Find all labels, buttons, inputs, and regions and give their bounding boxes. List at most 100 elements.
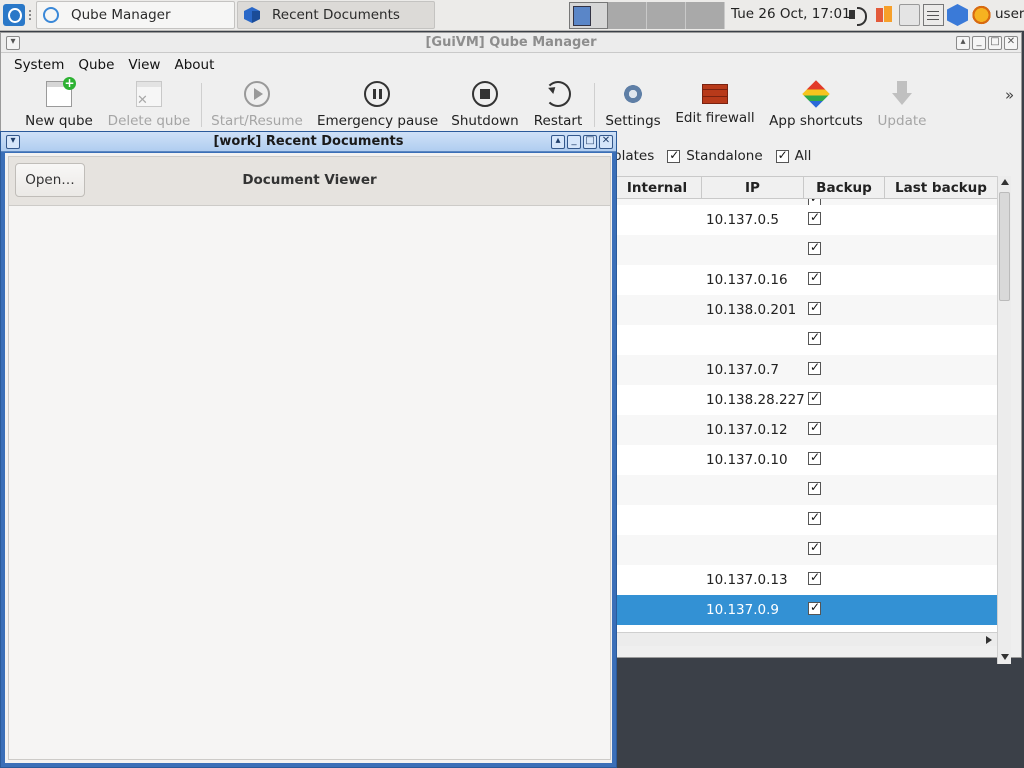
document-area[interactable]: Open… Document Viewer xyxy=(8,156,611,760)
backup-checkbox[interactable] xyxy=(808,480,821,495)
edit-firewall-label: Edit firewall xyxy=(675,110,755,126)
backup-checkbox[interactable] xyxy=(808,330,821,345)
cell-ip: 10.137.0.10 xyxy=(706,452,788,468)
clock[interactable]: Tue 26 Oct, 17:01 xyxy=(731,6,851,22)
filter-all-label[interactable]: All xyxy=(795,148,812,164)
start-resume-button[interactable]: Start/Resume xyxy=(211,77,303,133)
toolbar-separator xyxy=(594,83,595,127)
table-row[interactable]: 10.137.0.5 xyxy=(613,205,997,235)
menu-view[interactable]: View xyxy=(121,54,167,76)
backup-checkbox[interactable] xyxy=(808,420,821,435)
column-internal[interactable]: Internal xyxy=(613,177,702,199)
qube-domains-icon[interactable] xyxy=(947,4,968,26)
table-row[interactable]: 10.137.0.9 xyxy=(613,595,997,625)
filter-standalone-label[interactable]: Standalone xyxy=(686,148,762,164)
table-row[interactable] xyxy=(613,505,997,535)
workspace-4[interactable] xyxy=(686,2,725,29)
column-last-backup[interactable]: Last backup xyxy=(885,177,997,199)
backup-checkbox[interactable] xyxy=(808,390,821,405)
backup-checkbox[interactable] xyxy=(808,450,821,465)
mini-window xyxy=(573,6,591,26)
backup-checkbox[interactable] xyxy=(808,600,821,615)
backup-checkbox[interactable] xyxy=(808,240,821,255)
task-qube-manager[interactable]: Qube Manager xyxy=(36,1,235,29)
clipboard-icon[interactable] xyxy=(923,4,944,26)
user-name[interactable]: user xyxy=(995,6,1024,22)
table-row[interactable] xyxy=(613,325,997,355)
update-button[interactable]: Update xyxy=(875,77,929,133)
shade-icon[interactable]: ▴ xyxy=(551,135,565,149)
backup-checkbox[interactable] xyxy=(808,570,821,585)
menu-about[interactable]: About xyxy=(167,54,221,76)
all-checkbox[interactable] xyxy=(775,148,789,163)
table-row[interactable]: 10.137.0.10 xyxy=(613,445,997,475)
toolbar-overflow-icon[interactable]: » xyxy=(1005,86,1014,104)
column-ip[interactable]: IP xyxy=(702,177,804,199)
cell-backup xyxy=(804,330,885,349)
filter-templates-label[interactable]: plates xyxy=(613,148,654,164)
workspace-2[interactable] xyxy=(608,2,647,29)
shade-icon[interactable]: ▴ xyxy=(956,36,970,50)
edit-firewall-button[interactable]: Edit firewall xyxy=(675,77,755,133)
table-row[interactable]: 10.137.0.7 xyxy=(613,355,997,385)
table-row[interactable]: 10.137.0.13 xyxy=(613,565,997,595)
menu-system[interactable]: System xyxy=(1,54,71,76)
table-row[interactable] xyxy=(613,235,997,265)
speaker-muted-icon[interactable] xyxy=(847,4,868,26)
scroll-up-icon[interactable] xyxy=(1001,179,1009,185)
restart-icon xyxy=(545,81,571,107)
drive-icon[interactable] xyxy=(899,4,920,26)
disk-usage-icon[interactable] xyxy=(874,4,895,26)
close-icon[interactable]: ✕ xyxy=(599,135,613,149)
delete-qube-button[interactable]: ✕ Delete qube xyxy=(107,77,191,133)
qubes-menu-icon[interactable] xyxy=(3,4,25,26)
backup-checkbox[interactable] xyxy=(808,510,821,525)
cube-icon xyxy=(244,7,260,23)
table-row[interactable]: 10.138.28.227 xyxy=(613,385,997,415)
scroll-thumb[interactable] xyxy=(999,192,1010,301)
table-row[interactable]: 10.137.0.16 xyxy=(613,265,997,295)
task-recent-documents[interactable]: Recent Documents xyxy=(237,1,435,29)
filter-row: plates Standalone All xyxy=(613,146,824,166)
minimize-icon[interactable]: _ xyxy=(567,135,581,149)
workspace-3[interactable] xyxy=(647,2,686,29)
task-label: Qube Manager xyxy=(71,7,171,23)
shutdown-button[interactable]: Shutdown xyxy=(451,77,519,133)
standalone-checkbox[interactable] xyxy=(667,148,681,163)
app-shortcuts-button[interactable]: App shortcuts xyxy=(769,77,863,133)
emergency-pause-label: Emergency pause xyxy=(317,113,439,129)
horizontal-scrollbar[interactable] xyxy=(613,632,997,646)
delete-qube-icon: ✕ xyxy=(136,81,162,108)
emergency-pause-button[interactable]: Emergency pause xyxy=(317,77,439,133)
new-qube-button[interactable]: + New qube xyxy=(23,77,95,133)
settings-button[interactable]: Settings xyxy=(603,77,663,133)
restart-button[interactable]: Restart xyxy=(531,77,585,133)
backup-checkbox[interactable] xyxy=(808,300,821,315)
table-body: 10.137.0.5 10.137.0.16 10.138.0.201 10.137.… xyxy=(613,199,997,625)
backup-checkbox[interactable] xyxy=(808,270,821,285)
scroll-down-icon[interactable] xyxy=(1001,654,1009,660)
backup-checkbox[interactable] xyxy=(808,360,821,375)
qube-table: Internal IP Backup Last backup 10.137.0.… xyxy=(613,176,997,632)
backup-checkbox[interactable] xyxy=(808,540,821,555)
column-backup[interactable]: Backup xyxy=(804,177,885,199)
scroll-right-icon[interactable] xyxy=(986,636,992,644)
cell-backup xyxy=(804,300,885,319)
close-icon[interactable]: ✕ xyxy=(1004,36,1018,50)
updates-sun-icon[interactable] xyxy=(971,4,992,26)
taskbar-grip xyxy=(29,10,33,20)
maximize-icon[interactable]: □ xyxy=(988,36,1002,50)
vertical-scrollbar[interactable] xyxy=(997,176,1011,664)
minimize-icon[interactable]: _ xyxy=(972,36,986,50)
table-row[interactable]: 10.138.0.201 xyxy=(613,295,997,325)
workspace-1[interactable] xyxy=(569,2,608,29)
table-row[interactable] xyxy=(613,475,997,505)
window-titlebar[interactable]: ▾ [GuiVM] Qube Manager ▴ _ □ ✕ xyxy=(1,33,1021,53)
table-row[interactable] xyxy=(613,535,997,565)
menu-qube[interactable]: Qube xyxy=(71,54,121,76)
backup-checkbox[interactable] xyxy=(808,210,821,225)
shutdown-label: Shutdown xyxy=(451,113,519,129)
maximize-icon[interactable]: □ xyxy=(583,135,597,149)
window-titlebar[interactable]: ▾ [work] Recent Documents ▴ _ □ ✕ xyxy=(1,132,616,152)
table-row[interactable]: 10.137.0.12 xyxy=(613,415,997,445)
